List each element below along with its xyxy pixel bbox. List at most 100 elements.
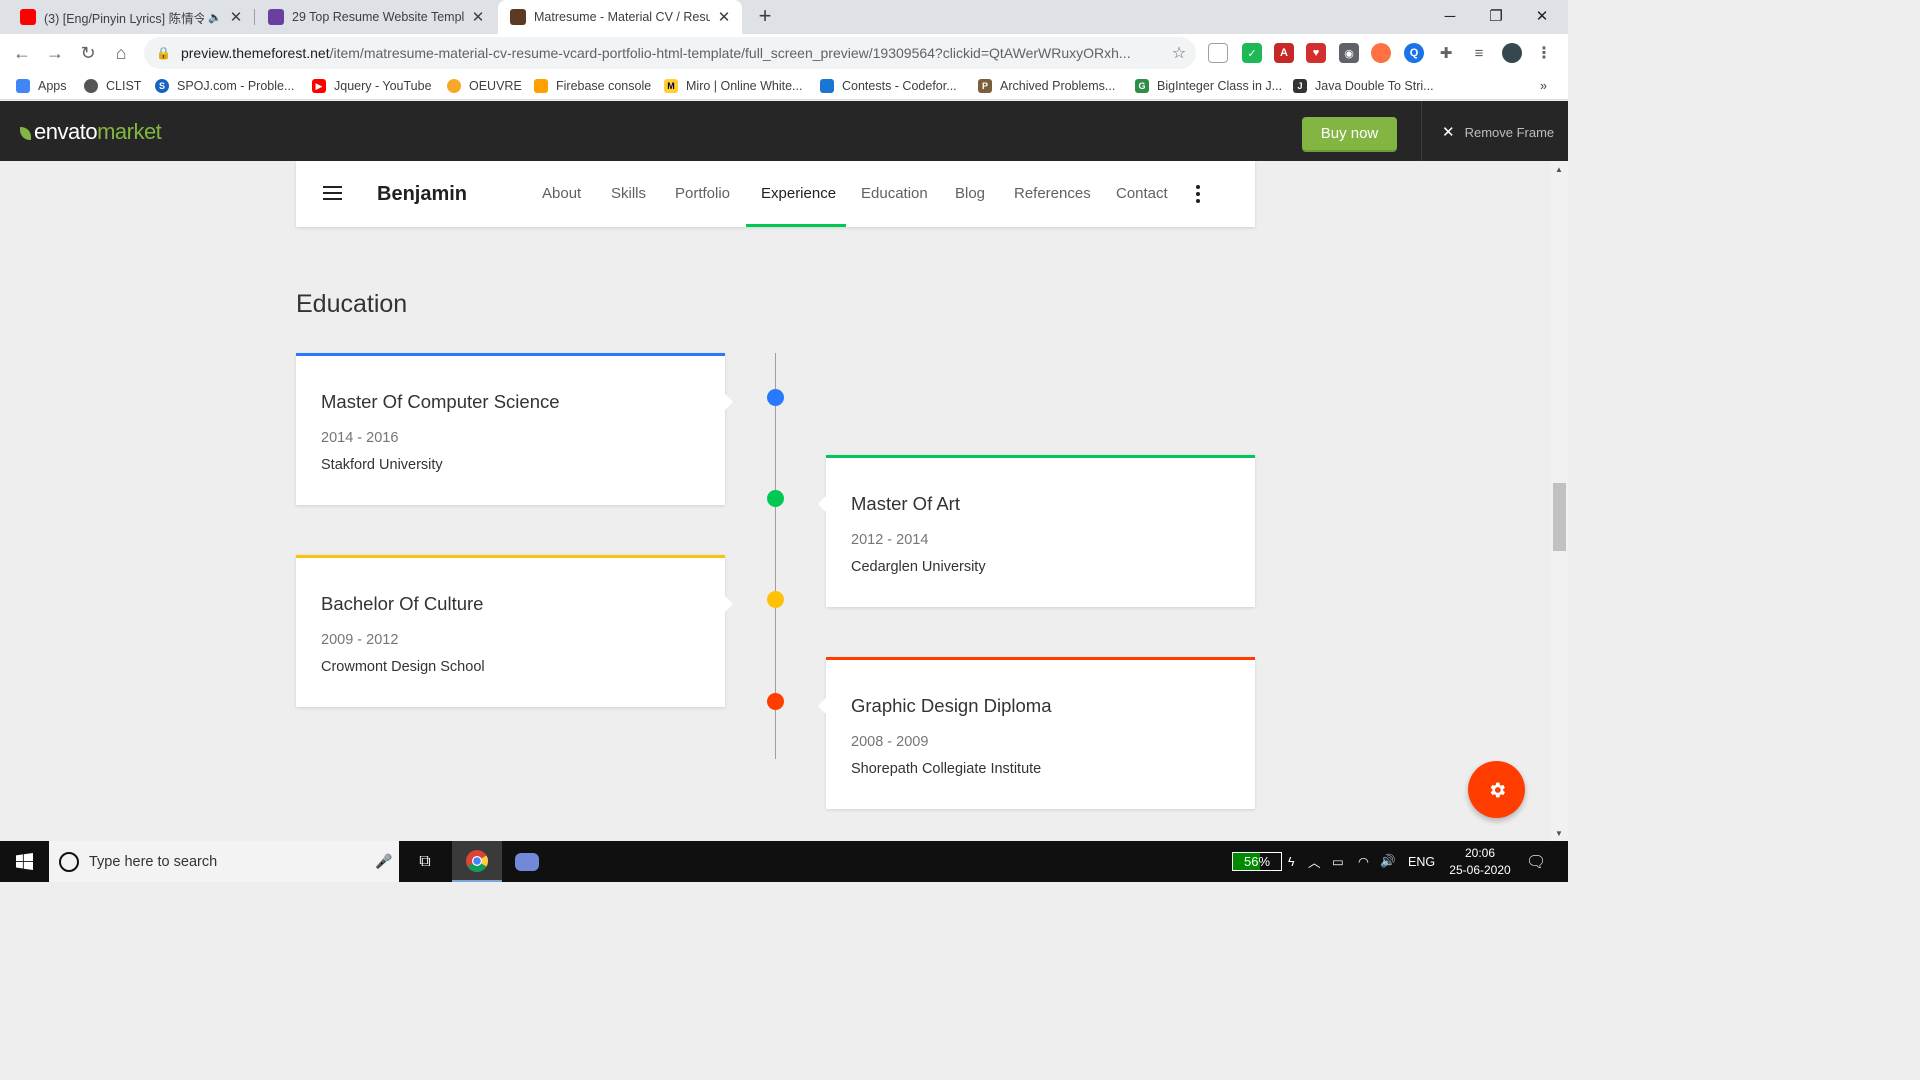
extension-check-icon[interactable]: ✓ [1242,43,1262,63]
scrollbar-thumb[interactable] [1553,483,1566,551]
taskbar-chrome[interactable] [452,841,502,882]
extension-bulb-icon[interactable] [1371,43,1391,63]
system-clock[interactable]: 20:06 25-06-2020 [1440,845,1520,879]
new-tab-button[interactable]: + [754,5,776,29]
media-queue-icon[interactable]: ≡ [1469,43,1489,63]
bookmark-label: Archived Problems... [1000,79,1116,93]
close-tab-icon[interactable]: ✕ [228,8,244,26]
bookmark-star-icon[interactable]: ☆ [1162,43,1196,63]
tab-matresume[interactable]: Matresume - Material CV / Resume ✕ [498,0,742,34]
scroll-down-icon[interactable]: ▼ [1555,829,1563,838]
nav-portfolio[interactable]: Portfolio [675,185,730,202]
minimize-button[interactable]: ─ [1427,0,1473,32]
home-icon[interactable]: ⌂ [107,39,135,67]
bookmark-codeforces[interactable]: Contests - Codefor... [820,77,957,95]
youtube-icon: ▶ [312,79,326,93]
timeline-dot [767,490,784,507]
wifi-icon[interactable]: ◠ [1358,841,1369,882]
profile-avatar[interactable] [1502,43,1522,63]
close-tab-icon[interactable]: ✕ [470,8,486,26]
envato-market-bar: envatomarket Buy now ✕ Remove Frame [0,101,1568,161]
bookmark-spoj[interactable]: S SPOJ.com - Proble... [155,77,294,95]
education-card: Master Of Computer Science 2014 - 2016 S… [296,353,733,505]
more-bookmarks-icon[interactable]: » [1540,77,1547,95]
battery-indicator[interactable]: 56% [1232,852,1282,871]
envato-logo[interactable]: envatomarket [20,119,162,145]
speaker-icon[interactable]: 🔈 [208,11,222,24]
extensions-puzzle-icon[interactable]: ✚ [1436,43,1456,63]
tab-resume-templates[interactable]: 29 Top Resume Website Templates ✕ [256,0,496,34]
restore-button[interactable]: ❐ [1473,0,1519,32]
bookmark-label: SPOJ.com - Proble... [177,79,295,93]
remove-frame-button[interactable]: ✕ Remove Frame [1442,123,1554,141]
miro-icon: M [664,79,678,93]
colorlib-icon [268,9,284,25]
nav-contact[interactable]: Contact [1116,185,1168,202]
apps-grid-icon [16,79,30,93]
language-indicator[interactable]: ENG [1408,841,1435,882]
bookmark-label: Miro | Online White... [686,79,803,93]
settings-fab-button[interactable] [1468,761,1525,818]
more-options-icon[interactable] [1196,185,1200,206]
bookmark-oeuvre[interactable]: OEUVRE [447,77,522,95]
nav-experience[interactable]: Experience [761,185,836,202]
chrome-menu-icon[interactable]: ⋮ [1534,43,1554,63]
extension-shield-icon[interactable]: ♥ [1306,43,1326,63]
bookmark-clist[interactable]: CLIST [84,77,141,95]
address-bar[interactable]: 🔒 preview.themeforest.net/item/matresume… [144,37,1196,69]
bookmark-label: OEUVRE [469,79,522,93]
remove-frame-label: Remove Frame [1464,124,1555,140]
charging-icon: ϟ [1288,854,1295,869]
bookmark-java-double[interactable]: J Java Double To Stri... [1293,77,1434,95]
bookmark-apps[interactable]: Apps [16,77,67,95]
page-scrollbar[interactable]: ▲ ▼ [1551,161,1568,841]
scroll-up-icon[interactable]: ▲ [1555,165,1563,174]
show-hidden-icons[interactable]: ︿ [1308,841,1321,882]
themeforest-icon [510,9,526,25]
bookmark-label: Contests - Codefor... [842,79,957,93]
oeuvre-icon [447,79,461,93]
nav-skills[interactable]: Skills [611,185,646,202]
nav-references[interactable]: References [1014,185,1091,202]
task-view-button[interactable]: ⧉ [400,841,450,882]
power-icon[interactable]: ▭ [1332,841,1344,882]
bookmark-archived-problems[interactable]: P Archived Problems... [978,77,1115,95]
education-card: Bachelor Of Culture 2009 - 2012 Crowmont… [296,555,733,707]
bookmark-miro[interactable]: M Miro | Online White... [664,77,802,95]
discord-icon [515,852,539,871]
card-pointer [725,596,733,612]
reload-icon[interactable]: ↻ [74,39,102,67]
taskbar-search-input[interactable]: Type here to search 🎤 [49,841,399,882]
forward-icon[interactable]: → [41,39,69,67]
bookmark-firebase[interactable]: Firebase console [534,77,651,95]
notifications-icon[interactable]: 🗨 [1526,841,1546,882]
url-text[interactable]: preview.themeforest.net/item/matresume-m… [181,45,1162,61]
close-tab-icon[interactable]: ✕ [716,8,732,26]
jn-icon: J [1293,79,1307,93]
globe-icon [84,79,98,93]
site-brand[interactable]: Benjamin [377,183,467,206]
education-card: Master Of Art 2012 - 2014 Cedarglen Univ… [818,455,1255,607]
degree-title: Master Of Computer Science [321,391,560,412]
extension-reader-icon[interactable] [1208,43,1228,63]
education-card: Graphic Design Diploma 2008 - 2009 Shore… [818,657,1255,809]
extension-robot-icon[interactable]: ◉ [1339,43,1359,63]
start-button[interactable] [0,841,49,882]
card-pointer [725,394,733,410]
extension-search-icon[interactable]: Q [1404,43,1424,63]
windows-logo-icon [16,853,33,870]
volume-icon[interactable]: 🔊 [1380,841,1396,882]
tab-youtube[interactable]: (3) [Eng/Pinyin Lyrics] 陈情令 🔈 ✕ [8,0,254,34]
nav-education[interactable]: Education [861,185,928,202]
close-window-button[interactable]: ✕ [1519,0,1565,32]
bookmark-geeksforgeeks[interactable]: G BigInteger Class in J... [1135,77,1282,95]
microphone-icon[interactable]: 🎤 [369,853,399,870]
nav-blog[interactable]: Blog [955,185,985,202]
hamburger-menu-icon[interactable] [323,186,342,200]
nav-about[interactable]: About [542,185,581,202]
taskbar-discord[interactable] [502,841,552,882]
back-icon[interactable]: ← [8,39,36,67]
buy-now-button[interactable]: Buy now [1302,117,1397,150]
extension-pdf-icon[interactable]: A [1274,43,1294,63]
bookmark-jquery-youtube[interactable]: ▶ Jquery - YouTube [312,77,432,95]
